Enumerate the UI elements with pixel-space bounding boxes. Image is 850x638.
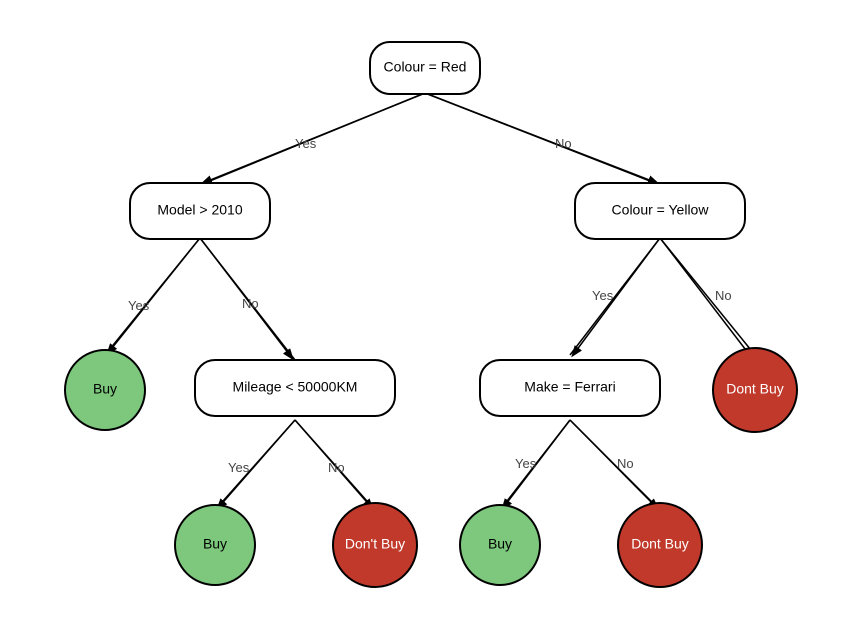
node-buy1-label: Buy xyxy=(93,381,117,397)
label-ferrari-yes: Yes xyxy=(515,456,537,471)
label-yellow-yes: Yes xyxy=(592,288,614,303)
edge-ferrari-dontbuy3-arrow xyxy=(570,420,657,508)
edge-yellow-dontbuy1-arrow xyxy=(660,238,752,358)
edge-ferrari-buy3-arrow xyxy=(503,420,570,508)
node-root-label: Colour = Red xyxy=(384,59,467,75)
node-buy2-label: Buy xyxy=(203,536,227,552)
node-ferrari-label: Make = Ferrari xyxy=(524,379,615,395)
edge-yellow-ferrari-arrow xyxy=(573,238,660,355)
node-dont-buy2-label: Don't Buy xyxy=(345,536,405,552)
node-dont-buy3-label: Dont Buy xyxy=(631,536,689,552)
node-colour-yellow-label: Colour = Yellow xyxy=(612,202,710,218)
decision-tree: Yes No Yes No Yes No Yes No Yes No Colou… xyxy=(0,0,850,633)
label-root-no: No xyxy=(555,136,572,151)
node-model-label: Model > 2010 xyxy=(157,202,242,218)
node-buy3-label: Buy xyxy=(488,536,512,552)
node-dont-buy1-label: Dont Buy xyxy=(726,381,784,397)
node-mileage-label: Mileage < 50000KM xyxy=(233,379,358,395)
label-model-yes: Yes xyxy=(128,298,150,313)
label-model-no: No xyxy=(242,296,259,311)
label-ferrari-no: No xyxy=(617,456,634,471)
label-mileage-no: No xyxy=(328,460,345,475)
label-mileage-yes: Yes xyxy=(228,460,250,475)
label-root-yes: Yes xyxy=(295,136,317,151)
edge-model-buy1-arrow xyxy=(108,238,200,353)
label-yellow-no: No xyxy=(715,288,732,303)
edge-root-yellow-arrow xyxy=(425,93,657,183)
